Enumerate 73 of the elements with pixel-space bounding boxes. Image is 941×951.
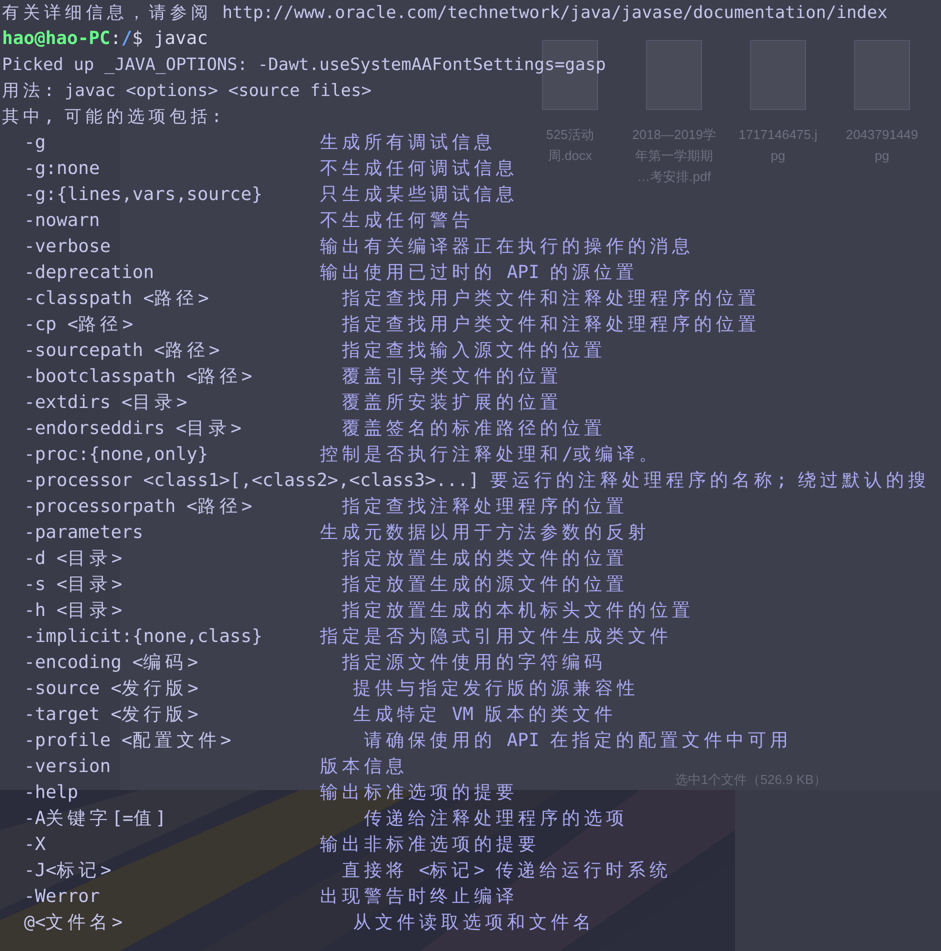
option-name: -encoding <编码> — [24, 651, 200, 675]
option-name: -processor <class1>[,<class2>,<class3>...] — [24, 469, 480, 493]
option-name: -proc:{none,only} — [24, 443, 210, 467]
option-name: -endorseddirs <目录> — [24, 417, 242, 441]
option-name: -h <目录> — [24, 599, 124, 623]
option-name: -version — [24, 755, 112, 779]
option-description: 控制是否执行注释处理和/或编译。 — [320, 443, 661, 467]
option-description: 不生成任何调试信息 — [320, 157, 518, 181]
option-description: 输出非标准选项的提要 — [320, 833, 540, 857]
option-name: -J<标记> — [24, 859, 112, 883]
option-description: 不生成任何警告 — [320, 209, 474, 233]
option-name: -s <目录> — [24, 573, 124, 597]
option-name: -g — [24, 131, 47, 155]
option-name: -help — [24, 781, 80, 805]
option-description: 生成特定 VM 版本的类文件 — [353, 703, 616, 727]
option-description: 指定放置生成的类文件的位置 — [342, 547, 628, 571]
option-name: @<文件名> — [24, 911, 124, 935]
option-name: -A关键字[=值] — [24, 807, 168, 831]
option-name: -nowarn — [24, 209, 101, 233]
prompt-path: / — [121, 28, 132, 49]
option-name: -processorpath <路径> — [24, 495, 254, 519]
option-description: 传递给注释处理程序的选项 — [364, 807, 628, 831]
file-thumbnail[interactable] — [646, 40, 702, 110]
option-description: 指定放置生成的源文件的位置 — [342, 573, 628, 597]
option-description: 指定查找输入源文件的位置 — [342, 339, 606, 363]
option-description: 指定是否为隐式引用文件生成类文件 — [320, 625, 672, 649]
option-name: -d <目录> — [24, 547, 124, 571]
option-name: -g:{lines,vars,source} — [24, 183, 264, 207]
option-name: -g:none — [24, 157, 101, 181]
option-name: -sourcepath <路径> — [24, 339, 221, 363]
option-description: 指定查找注释处理程序的位置 — [342, 495, 628, 519]
option-description: 输出使用已过时的 API 的源位置 — [320, 261, 638, 285]
command-text: $ javac — [132, 28, 208, 49]
option-name: -Werror — [24, 885, 101, 909]
option-description: 输出有关编译器正在执行的操作的消息 — [320, 235, 694, 259]
option-name: -source <发行版> — [24, 677, 200, 701]
output-line: 用法: javac <options> <source files> — [2, 81, 372, 101]
option-description: 指定放置生成的本机标头文件的位置 — [342, 599, 694, 623]
option-name: -verbose — [24, 235, 112, 259]
option-description: 覆盖引导类文件的位置 — [342, 365, 562, 389]
option-name: -extdirs <目录> — [24, 391, 188, 415]
option-name: -classpath <路径> — [24, 287, 210, 311]
option-description: 直接将 <标记> 传递给运行时系统 — [342, 859, 672, 883]
option-description: 版本信息 — [320, 755, 408, 779]
prompt-separator: : — [110, 28, 122, 49]
option-name: -deprecation — [24, 261, 156, 285]
option-name: -parameters — [24, 521, 144, 545]
option-description: 指定查找用户类文件和注释处理程序的位置 — [342, 287, 760, 311]
option-description: 请确保使用的 API 在指定的配置文件中可用 — [364, 729, 792, 753]
file-thumbnail[interactable] — [750, 40, 806, 110]
option-description: 覆盖所安装扩展的位置 — [342, 391, 562, 415]
option-description: 覆盖签名的标准路径的位置 — [342, 417, 606, 441]
option-description: 提供与指定发行版的源兼容性 — [353, 677, 639, 701]
option-description: 只生成某些调试信息 — [320, 183, 518, 207]
prompt-user: hao@hao-PC — [2, 28, 110, 49]
option-description: 生成元数据以用于方法参数的反射 — [320, 521, 650, 545]
option-description: 生成所有调试信息 — [320, 131, 496, 155]
option-name: -profile <配置文件> — [24, 729, 232, 753]
option-name: -cp <路径> — [24, 313, 134, 337]
file-thumbnail[interactable] — [854, 40, 910, 110]
option-description: 指定查找用户类文件和注释处理程序的位置 — [342, 313, 760, 337]
option-name: -implicit:{none,class} — [24, 625, 264, 649]
option-description: 要运行的注释处理程序的名称; 绕过默认的搜 — [490, 469, 930, 493]
option-description: 出现警告时终止编译 — [320, 885, 518, 909]
option-description: 从文件读取选项和文件名 — [353, 911, 595, 935]
output-line: Picked up _JAVA_OPTIONS: -Dawt.useSystemAAFontSettings=gasp — [2, 55, 606, 75]
option-description: 指定源文件使用的字符编码 — [342, 651, 606, 675]
option-name: -target <发行版> — [24, 703, 200, 727]
option-name: -X — [24, 833, 47, 857]
output-line: 有关详细信息，请参阅 http://www.oracle.com/technetwork/java/javase/documentation/index — [2, 3, 888, 23]
option-description: 输出标准选项的提要 — [320, 781, 518, 805]
option-name: -bootclasspath <路径> — [24, 365, 254, 389]
output-line: 其中, 可能的选项包括: — [2, 107, 222, 127]
